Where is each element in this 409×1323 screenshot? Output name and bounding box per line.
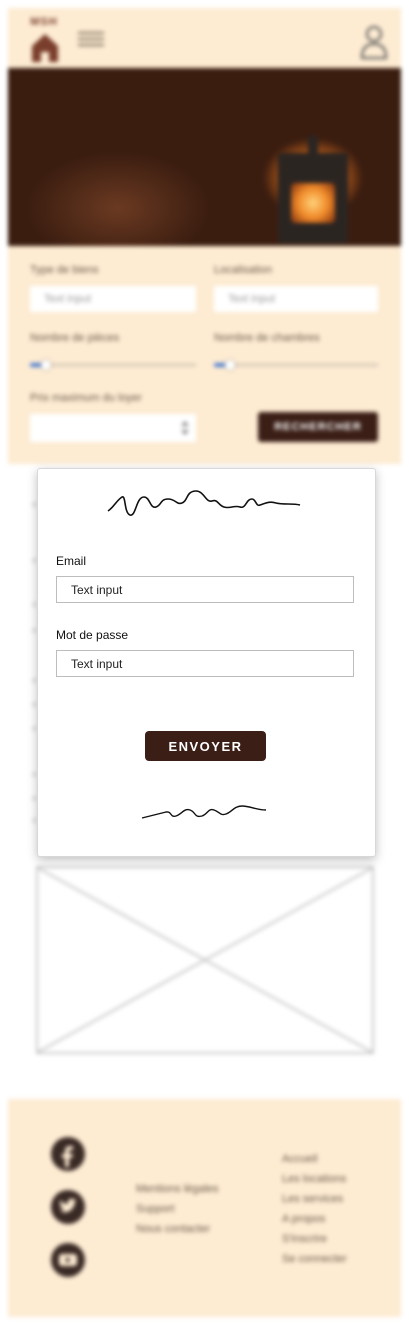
login-modal: Email Mot de passe ENVOYER <box>37 468 376 857</box>
footer-link-support[interactable]: Support <box>136 1203 266 1223</box>
footer-link-about[interactable]: A propos <box>282 1213 392 1233</box>
password-input[interactable] <box>56 650 354 677</box>
footer-link-services[interactable]: Les services <box>282 1193 392 1213</box>
max-price-input[interactable] <box>30 414 196 442</box>
footer-link-legal[interactable]: Mentions légales <box>136 1183 266 1203</box>
user-account-icon[interactable] <box>360 24 388 60</box>
placeholder-cross-icon <box>38 868 372 1052</box>
bedrooms-slider[interactable] <box>214 364 378 366</box>
youtube-icon[interactable] <box>51 1243 85 1277</box>
footer-link-contact[interactable]: Nous contacter <box>136 1223 266 1243</box>
rooms-label: Nombre de pièces <box>30 332 120 344</box>
rooms-slider[interactable] <box>30 364 196 366</box>
twitter-icon[interactable] <box>51 1190 85 1224</box>
site-footer: Mentions légales Support Nous contacter … <box>8 1099 401 1317</box>
footer-link-signup[interactable]: S'inscrire <box>282 1233 392 1253</box>
fire <box>291 183 335 223</box>
bedrooms-label: Nombre de chambres <box>214 332 320 344</box>
max-price-label: Prix maximum du loyer <box>30 392 142 404</box>
bedrooms-slider-knob[interactable] <box>225 360 235 370</box>
password-label: Mot de passe <box>56 628 129 642</box>
site-header: MSH <box>8 8 401 68</box>
location-label: Localisation <box>214 264 273 276</box>
email-input[interactable] <box>56 576 354 603</box>
footer-link-login[interactable]: Se connecter <box>282 1253 392 1273</box>
footer-nav-links: Accueil Les locations Les services A pro… <box>282 1153 392 1273</box>
footer-link-home[interactable]: Accueil <box>282 1153 392 1173</box>
email-label: Email <box>56 554 87 568</box>
logo-signature-icon <box>107 490 301 516</box>
image-placeholder <box>36 866 374 1054</box>
number-spinner-icon[interactable] <box>180 418 190 438</box>
footer-link-rentals[interactable]: Les locations <box>282 1173 392 1193</box>
type-input[interactable]: Text input <box>30 286 196 312</box>
hero-image <box>8 68 401 246</box>
logo-text: MSH <box>30 16 58 28</box>
menu-icon[interactable] <box>78 28 104 48</box>
rooms-slider-knob[interactable] <box>41 360 51 370</box>
logo-house-icon <box>32 34 58 62</box>
submit-button[interactable]: ENVOYER <box>145 731 266 761</box>
type-label: Type de biens <box>30 264 99 276</box>
footer-legal-links: Mentions légales Support Nous contacter <box>136 1183 266 1243</box>
facebook-icon[interactable] <box>51 1137 85 1171</box>
search-button[interactable]: RECHERCHER <box>258 412 378 442</box>
signature-scribble-icon <box>141 805 267 819</box>
site-logo[interactable]: MSH <box>24 16 64 66</box>
location-input[interactable]: Text input <box>214 286 378 312</box>
